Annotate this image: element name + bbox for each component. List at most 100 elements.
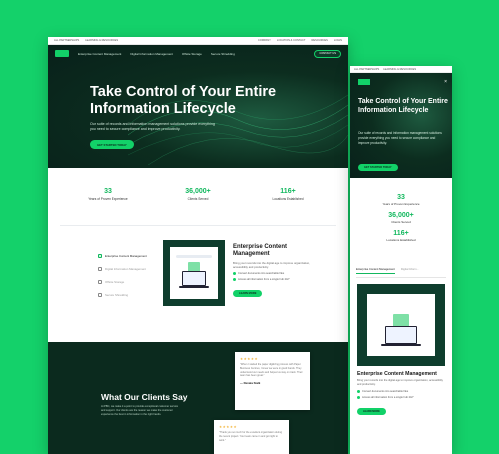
feature-tab-label: Enterprise Content Management xyxy=(105,253,147,258)
stat-item: 36,000+ Clients Served xyxy=(173,188,223,225)
illustration-card xyxy=(170,247,218,299)
feature-text: Enterprise Content Management Bring your… xyxy=(233,244,313,299)
check-icon xyxy=(233,272,236,275)
mobile-mockup: ALL PARTNERSHIPS LEARNING & RESOURCES × … xyxy=(350,66,452,454)
nav-link[interactable]: Offsite Storage xyxy=(182,52,202,56)
search-bar-graphic xyxy=(176,255,212,258)
utility-link[interactable]: LEARNING & RESOURCES xyxy=(383,68,416,71)
check-item: Access all information from a single hub… xyxy=(357,395,445,399)
stat-number: 33 xyxy=(104,188,112,195)
laptop-base xyxy=(381,344,421,346)
database-icon xyxy=(98,266,102,271)
mobile-hero-subtitle: Our suite of records and information man… xyxy=(358,131,442,145)
check-text: Convert documents into searchable files xyxy=(362,389,409,393)
get-started-button[interactable]: GET STARTED TODAY xyxy=(90,140,134,149)
learn-more-button[interactable]: LEARN MORE xyxy=(357,407,386,415)
stats-row: 33 Years of Proven Experience 36,000+ Cl… xyxy=(48,168,348,225)
learn-more-button[interactable]: LEARN MORE xyxy=(233,290,263,297)
logo[interactable] xyxy=(358,79,370,85)
review-card: ★★★★★ "When I started the paper digitizi… xyxy=(235,352,310,410)
hero-title: Take Control of Your Entire Information … xyxy=(90,84,277,117)
testimonials-section: What Our Clients Say At PBC, we make it … xyxy=(48,342,348,454)
desktop-mockup: ALL PARTNERSHIPS LEARNING & RESOURCES CO… xyxy=(48,37,348,454)
contact-button[interactable]: CONTACT US xyxy=(314,49,341,58)
utility-link[interactable]: ALL PARTNERSHIPS xyxy=(54,39,79,42)
star-rating: ★★★★★ xyxy=(240,357,259,361)
utility-link[interactable]: ALL PARTNERSHIPS xyxy=(354,68,379,71)
stat-number: 36,000+ xyxy=(388,212,414,219)
feature-title: Enterprise Content Management xyxy=(233,244,288,257)
feature-body: Bring your records into the digital age … xyxy=(357,379,443,386)
stat-number: 116+ xyxy=(393,230,409,237)
feature-tab-dim[interactable]: Digital Information Management xyxy=(98,262,147,275)
check-item: Convert documents into searchable files xyxy=(233,272,313,275)
reviewer-name: — Renata Stalk xyxy=(240,381,261,386)
stat-label: Locations Established xyxy=(272,197,304,201)
utility-link[interactable]: COMPANY xyxy=(258,39,271,42)
stat-item: 36,000+ Clients Served xyxy=(350,212,452,224)
nav-link[interactable]: Digital Information Management xyxy=(130,52,173,56)
mobile-hero-title: Take Control of Your Entire Information … xyxy=(358,98,448,114)
nav-link[interactable]: Enterprise Content Management xyxy=(78,52,121,56)
review-text: "When I started the paper digitizing pro… xyxy=(240,363,303,378)
feature-illustration xyxy=(357,284,445,366)
feature-body: Bring your records into the digital age … xyxy=(233,261,310,269)
feature-illustration xyxy=(163,240,225,306)
check-text: Access all information from a single hub… xyxy=(238,278,290,281)
shredder-icon xyxy=(98,292,102,297)
feature-tab-list: Enterprise Content Management Digital In… xyxy=(98,249,147,301)
mobile-utility-bar: ALL PARTNERSHIPS LEARNING & RESOURCES xyxy=(350,66,452,73)
illustration-card xyxy=(367,294,435,356)
feature-tab-label: Digital Information Management xyxy=(105,266,146,271)
feature-tab-label: Secure Shredding xyxy=(105,292,129,297)
check-item: Convert documents into searchable files xyxy=(357,389,445,393)
stat-item: 33 Years of Proven Experience xyxy=(350,194,452,206)
check-text: Convert documents into searchable files xyxy=(238,272,285,275)
tab-dim[interactable]: Digital Inform... xyxy=(401,268,419,274)
hero-section: Enterprise Content Management Digital In… xyxy=(48,45,348,168)
login-link[interactable]: LOGIN xyxy=(334,39,342,42)
check-icon xyxy=(357,395,360,399)
mobile-feature-text: Enterprise Content Management Bring your… xyxy=(350,366,452,422)
hero-subtitle: Our suite of records and information man… xyxy=(90,122,215,131)
tab-ecm[interactable]: Enterprise Content Management xyxy=(356,268,395,274)
document-icon xyxy=(98,253,102,258)
check-item: Access all information from a single hub… xyxy=(233,278,313,281)
utility-link[interactable]: RESOURCES xyxy=(311,39,327,42)
check-icon xyxy=(233,278,236,281)
box-icon xyxy=(98,279,102,284)
stat-number: 36,000+ xyxy=(185,188,211,195)
utility-link[interactable]: LOCATION & CONTACT xyxy=(277,39,306,42)
feature-tab-shredding[interactable]: Secure Shredding xyxy=(98,288,147,301)
stat-label: Clients Served xyxy=(391,220,411,224)
nav-link[interactable]: Secure Shredding xyxy=(211,52,235,56)
stat-label: Clients Served xyxy=(187,197,209,201)
main-nav: Enterprise Content Management Digital In… xyxy=(48,45,348,62)
stat-item: 33 Years of Proven Experience xyxy=(83,188,133,225)
laptop-icon xyxy=(385,326,417,344)
feature-tab-storage[interactable]: Offsite Storage xyxy=(98,275,147,288)
stat-label: Locations Established xyxy=(386,238,416,242)
check-icon xyxy=(357,389,360,393)
feature-tab-label: Offsite Storage xyxy=(105,279,125,284)
logo[interactable] xyxy=(55,50,69,57)
stat-item: 116+ Locations Established xyxy=(263,188,313,225)
close-icon[interactable]: × xyxy=(444,79,447,85)
stat-number: 33 xyxy=(397,194,405,201)
mobile-hero: × Take Control of Your Entire Informatio… xyxy=(350,73,452,178)
utility-link[interactable]: LEARNING & RESOURCES xyxy=(85,39,118,42)
feature-section: Enterprise Content Management Digital In… xyxy=(48,226,348,321)
feature-title: Enterprise Content Management xyxy=(357,371,437,377)
feature-tab-ecm[interactable]: Enterprise Content Management xyxy=(98,249,147,262)
mobile-feature-tabs: Enterprise Content Management Digital In… xyxy=(356,268,446,278)
laptop-icon xyxy=(182,271,206,286)
stat-label: Years of Proven Experience xyxy=(382,202,420,206)
get-started-button[interactable]: GET STARTED TODAY xyxy=(358,164,398,171)
testimonials-body: At PBC, we make it a point to provide ex… xyxy=(101,405,179,416)
utility-bar: ALL PARTNERSHIPS LEARNING & RESOURCES CO… xyxy=(48,37,348,45)
laptop-base xyxy=(179,286,209,288)
review-text: "Thank you so much for the excellent org… xyxy=(219,431,283,442)
check-text: Access all information from a single hub… xyxy=(362,395,414,399)
review-card: ★★★★★ "Thank you so much for the excelle… xyxy=(214,420,289,454)
star-rating: ★★★★★ xyxy=(219,425,238,429)
